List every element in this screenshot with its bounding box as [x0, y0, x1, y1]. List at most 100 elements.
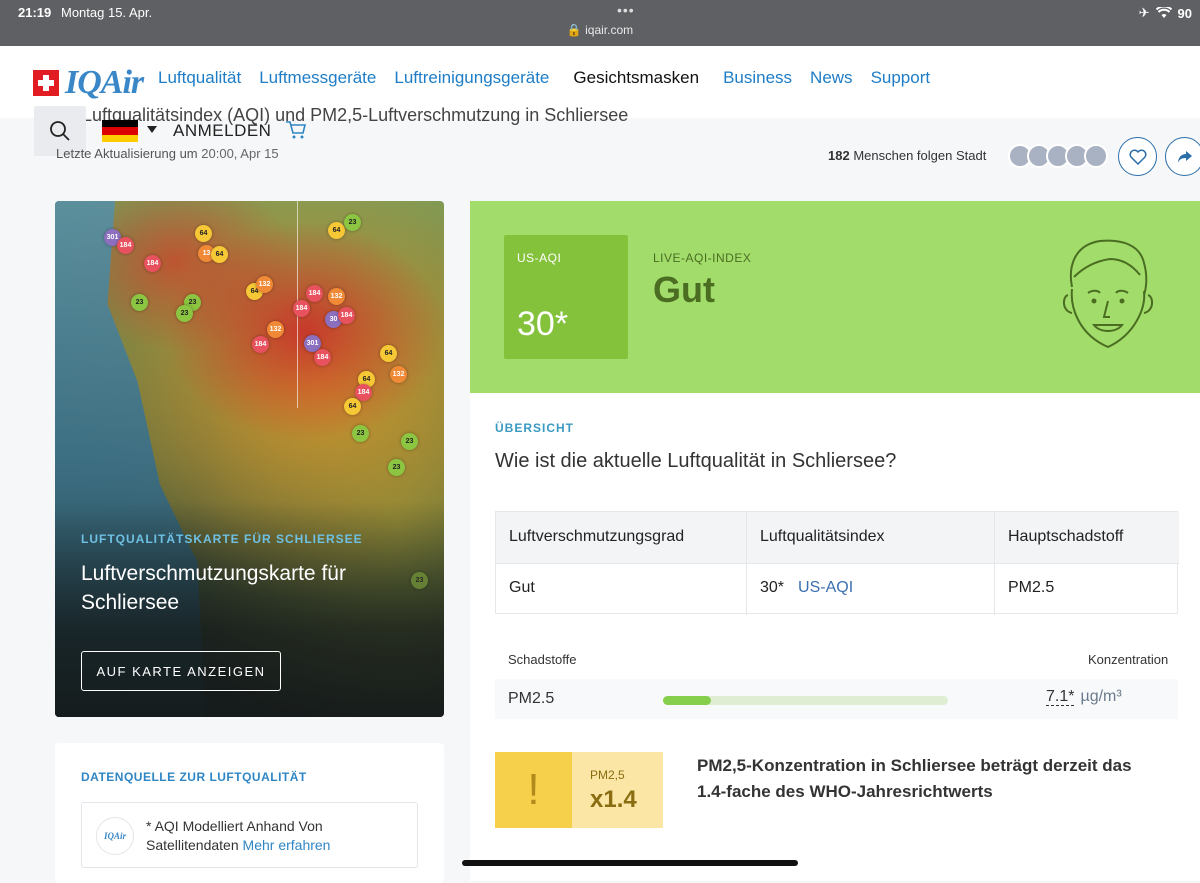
search-icon: [50, 121, 70, 141]
table-divider: [746, 512, 747, 615]
map-marker[interactable]: 132: [328, 288, 345, 305]
map-marker[interactable]: 23: [411, 572, 428, 589]
th-pollutant: Hauptschadstoff: [1008, 528, 1124, 545]
map-marker[interactable]: 184: [355, 384, 372, 401]
map-title: Luftverschmutzungskarte für Schliersee: [81, 562, 346, 614]
map-marker[interactable]: 132: [390, 366, 407, 383]
who-multiplier-label: PM2,5: [590, 768, 625, 782]
td-pollutant: PM2.5: [1008, 579, 1055, 596]
pollutant-name: PM2.5: [508, 690, 555, 707]
table-divider: [994, 512, 995, 615]
pollutant-value: 7.1* µg/m³: [1046, 688, 1122, 706]
overview-eyebrow: ÜBERSICHT: [495, 421, 575, 435]
status-right: ✈ 90: [1139, 5, 1192, 21]
map-marker[interactable]: 132: [256, 276, 273, 293]
td-index-unit[interactable]: US-AQI: [798, 579, 853, 596]
follow-button[interactable]: [1118, 137, 1157, 176]
map-marker[interactable]: 64: [211, 246, 228, 263]
pollutants-header: Schadstoffe: [508, 652, 577, 667]
map-marker[interactable]: 64: [344, 398, 361, 415]
pollutant-bar: [663, 696, 948, 705]
url-text: iqair.com: [585, 23, 634, 37]
home-indicator[interactable]: [462, 860, 798, 866]
overview-question: Wie ist die aktuelle Luftqualität in Sch…: [495, 450, 897, 472]
map-marker[interactable]: 184: [314, 349, 331, 366]
who-warning-text: PM2,5-Konzentration in Schliersee beträg…: [697, 756, 1132, 801]
login-button[interactable]: ANMELDEN: [173, 121, 271, 141]
updated-label: Letzte Aktualisierung um: [56, 146, 198, 161]
aqi-header: US-AQI 30* LIVE-AQI-INDEX Gut: [470, 201, 1200, 393]
td-index: 30* US-AQI: [760, 579, 853, 597]
show-on-map-button[interactable]: AUF KARTE ANZEIGEN: [81, 651, 281, 691]
german-flag-icon[interactable]: [102, 120, 138, 142]
followers-label: Menschen folgen Stadt: [853, 148, 987, 163]
logo-text: IQAir: [65, 64, 144, 101]
map-marker[interactable]: 23: [401, 433, 418, 450]
map-marker[interactable]: 23: [131, 294, 148, 311]
map-marker[interactable]: 184: [306, 285, 323, 302]
share-button[interactable]: [1165, 137, 1200, 176]
cart-icon[interactable]: [285, 119, 307, 146]
pollutant-unit: µg/m³: [1080, 688, 1122, 705]
status-time: 21:19: [18, 5, 52, 20]
iqair-logo[interactable]: IQAir: [33, 64, 144, 102]
map-marker[interactable]: 132: [267, 321, 284, 338]
address-bar[interactable]: 🔒 iqair.com: [0, 23, 1200, 37]
nav-news[interactable]: News: [810, 68, 853, 88]
pollutant-row: PM2.5 7.1* µg/m³: [495, 679, 1178, 719]
map-eyebrow: LUFTQUALITÄTSKARTE FÜR SCHLIERSEE: [81, 532, 363, 546]
aqi-value-box: US-AQI 30*: [504, 235, 628, 359]
map-marker[interactable]: 184: [293, 300, 310, 317]
map-marker[interactable]: 64: [195, 225, 212, 242]
page-title: Luftqualitätsindex (AQI) und PM2,5-Luftv…: [82, 105, 629, 125]
exclamation-icon: !: [495, 752, 572, 828]
source-logo-text: IQAir: [103, 831, 126, 841]
nav-business[interactable]: Business: [723, 68, 792, 88]
live-aqi-label: LIVE-AQI-INDEX: [653, 251, 752, 265]
pollutant-concentration[interactable]: 7.1*: [1046, 688, 1075, 706]
wifi-icon: [1155, 7, 1172, 18]
map-marker[interactable]: 23: [344, 214, 361, 231]
nav-luftqualitaet[interactable]: Luftqualität: [158, 68, 241, 88]
aqi-box-label: US-AQI: [517, 251, 562, 265]
air-quality-map-card[interactable]: 301 184 184 64 13 64 64 23 23 23 23 64 132 184 132 30 18…: [55, 201, 444, 717]
map-marker[interactable]: 23: [176, 305, 193, 322]
th-level: Luftverschmutzungsgrad: [509, 528, 685, 545]
td-index-value: 30*: [760, 579, 785, 596]
swiss-flag-icon: [33, 70, 59, 96]
th-index: Luftqualitätsindex: [760, 528, 885, 545]
nav-luftmessgeraete[interactable]: Luftmessgeräte: [259, 68, 376, 88]
map-marker[interactable]: 23: [388, 459, 405, 476]
map-marker[interactable]: 184: [144, 255, 161, 272]
source-text: * AQI Modelliert Anhand Von Satellitenda…: [146, 817, 417, 855]
battery-level: 90: [1177, 5, 1192, 21]
followers-text: 182 Menschen folgen Stadt: [828, 148, 986, 163]
nav-support[interactable]: Support: [871, 68, 931, 88]
avatar: [1084, 144, 1108, 168]
map-marker[interactable]: 184: [338, 307, 355, 324]
map-marker[interactable]: 184: [117, 237, 134, 254]
multitask-dots-icon[interactable]: •••: [617, 2, 635, 18]
who-multiplier: PM2,5 x1.4: [572, 752, 663, 828]
nav-luftreinigungsgeraete[interactable]: Luftreinigungsgeräte: [394, 68, 549, 88]
data-source-card: DATENQUELLE ZUR LUFTQUALITÄT IQAir * AQI…: [55, 743, 444, 883]
source-box: IQAir * AQI Modelliert Anhand Von Satell…: [81, 802, 418, 868]
map-marker[interactable]: 23: [352, 425, 369, 442]
follower-avatars: [1008, 144, 1108, 168]
status-date: Montag 15. Apr.: [61, 5, 153, 20]
map-marker[interactable]: 64: [380, 345, 397, 362]
map-marker[interactable]: 184: [252, 336, 269, 353]
updated-value: 20:00, Apr 15: [201, 146, 279, 161]
last-updated: Letzte Aktualisierung um 20:00, Apr 15: [56, 146, 279, 161]
td-level: Gut: [509, 579, 535, 596]
map-marker[interactable]: 64: [328, 222, 345, 239]
heart-icon: [1129, 149, 1146, 165]
source-logo: IQAir: [96, 817, 134, 855]
pollutant-bar-fill: [663, 696, 712, 705]
chevron-down-icon[interactable]: [147, 126, 157, 133]
nav-gesichtsmasken[interactable]: Gesichtsmasken: [573, 68, 699, 88]
status-bar: 21:19 Montag 15. Apr. ••• 🔒 iqair.com ✈ …: [0, 0, 1200, 46]
table-divider: [496, 563, 1179, 564]
learn-more-link[interactable]: Mehr erfahren: [243, 837, 331, 853]
concentration-header: Konzentration: [1088, 652, 1169, 667]
